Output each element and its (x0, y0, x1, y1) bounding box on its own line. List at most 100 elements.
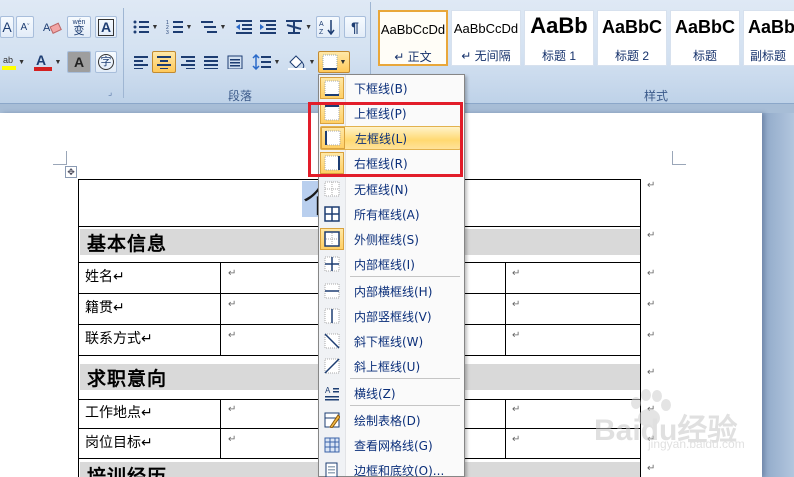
menu-item-border-all[interactable]: 所有框线(A) (320, 202, 461, 226)
cell-end-mark: ↵ (228, 330, 237, 341)
font-color-dropdown-icon[interactable]: ▼ (55, 59, 62, 66)
menu-item-border-inside-horizontal[interactable]: 内部横框线(H) (320, 279, 461, 303)
style-name: 标题 2 (614, 49, 649, 63)
style-card-title[interactable]: AaBbC 标题 (670, 10, 740, 66)
border-bottom-icon (320, 77, 344, 99)
style-name: 标题 (692, 49, 717, 63)
chinese-layout-button[interactable]: ▼ (283, 16, 313, 38)
menu-item-border-bottom[interactable]: 下框线(B) (320, 76, 461, 100)
section-title-job-intention[interactable]: 求职意向 (87, 364, 167, 391)
cell-end-mark: ↵ (228, 434, 237, 445)
svg-text:Z: Z (319, 29, 324, 35)
menu-item-label: 边框和底纹(O)... (354, 463, 445, 477)
menu-separator (350, 276, 460, 277)
numbering-button[interactable]: 123 ▼ (164, 16, 194, 38)
align-right-icon (181, 56, 195, 69)
row-label-work-location[interactable]: 工作地点↵ (85, 402, 153, 422)
style-card-heading-2[interactable]: AaBbC 标题 2 (597, 10, 667, 66)
row-label-contact[interactable]: 联系方式↵ (85, 328, 153, 348)
menu-item-label: 横线(Z) (354, 386, 396, 401)
row-label-hometown[interactable]: 籍贯↵ (85, 297, 125, 317)
shading-dropdown-icon[interactable]: ▼ (309, 59, 316, 66)
align-center-button[interactable] (152, 51, 176, 73)
menu-item-border-outside[interactable]: 外侧框线(S) (320, 227, 461, 251)
style-sample: AaBbCcDd (453, 21, 519, 36)
menu-item-horizontal-line[interactable]: A 横线(Z) (320, 381, 461, 405)
border-outside-icon (320, 228, 344, 250)
menu-item-border-none[interactable]: 无框线(N) (320, 177, 461, 201)
font-color-button[interactable]: A ▼ (30, 51, 64, 73)
char-shading-button[interactable]: A (67, 51, 91, 73)
watermark-url: jingyan.baidu.com (648, 437, 745, 451)
distributed-button[interactable] (224, 51, 246, 73)
align-right-button[interactable] (177, 51, 199, 73)
increase-indent-icon (260, 20, 276, 34)
style-card-subtitle[interactable]: AaBbC 副标题 (743, 10, 794, 66)
align-left-icon (134, 56, 148, 69)
multilevel-list-icon (200, 21, 217, 33)
draw-table-icon (320, 409, 344, 431)
svg-text:A: A (36, 53, 46, 68)
borders-dropdown-icon[interactable]: ▼ (340, 59, 347, 66)
char-border-button[interactable]: A (95, 16, 117, 38)
menu-item-diagonal-down-border[interactable]: 斜下框线(W) (320, 329, 461, 353)
numbering-icon: 123 (166, 20, 183, 35)
distributed-icon (227, 55, 243, 69)
sort-button[interactable]: AZ (316, 16, 340, 38)
row-label-name[interactable]: 姓名↵ (85, 266, 125, 286)
show-marks-button[interactable]: ¶ (344, 16, 366, 38)
align-center-icon (157, 56, 171, 69)
chinese-layout-dropdown-icon[interactable]: ▼ (305, 24, 312, 31)
multilevel-dropdown-icon[interactable]: ▼ (220, 24, 227, 31)
menu-item-border-inside[interactable]: 内部框线(I) (320, 252, 461, 276)
paragraph-dialog-launcher-icon[interactable]: ⌟ (108, 87, 112, 98)
row-end-mark: ↵ (647, 180, 656, 191)
border-inside-horizontal-icon (320, 280, 344, 302)
bullets-dropdown-icon[interactable]: ▼ (152, 24, 159, 31)
phonetic-guide-button[interactable]: wén 变 (67, 16, 91, 38)
menu-item-diagonal-up-border[interactable]: 斜上框线(U) (320, 354, 461, 378)
table-move-handle-icon[interactable]: ✥ (65, 166, 77, 178)
justify-button[interactable] (200, 51, 222, 73)
baidu-watermark: Baidu经验 jingyan.baidu.com (588, 383, 788, 463)
pilcrow-icon: ¶ (351, 19, 359, 35)
menu-item-border-inside-vertical[interactable]: 内部竖框线(V) (320, 304, 461, 328)
numbering-dropdown-icon[interactable]: ▼ (186, 24, 193, 31)
shading-button[interactable]: ▼ (285, 51, 317, 73)
style-card-no-spacing[interactable]: AaBbCcDd ↵ 无间隔 (451, 10, 521, 66)
cell-end-mark: ↵ (512, 330, 521, 341)
highlight-dropdown-icon[interactable]: ▼ (18, 59, 25, 66)
font-color-icon: A (33, 53, 52, 71)
cell-end-mark: ↵ (228, 404, 237, 415)
menu-item-view-gridlines[interactable]: 查看网格线(G) (320, 433, 461, 457)
shrink-font-button[interactable]: Aˇ (16, 16, 34, 38)
borders-button[interactable]: ▼ (318, 51, 350, 73)
align-left-button[interactable] (130, 51, 152, 73)
enclose-char-button[interactable]: 字 (95, 51, 117, 73)
menu-item-label: 无框线(N) (354, 182, 409, 197)
menu-item-borders-shading[interactable]: 边框和底纹(O)... (320, 458, 461, 477)
row-end-mark: ↵ (647, 230, 656, 241)
bullets-button[interactable]: ▼ (130, 16, 160, 38)
menu-item-draw-table[interactable]: 绘制表格(D) (320, 408, 461, 432)
text-highlight-button[interactable]: ab ▼ (0, 51, 26, 73)
menu-item-label: 内部竖框线(V) (354, 309, 432, 324)
grow-font-button[interactable]: A (0, 16, 14, 38)
clear-formatting-button[interactable]: A (40, 16, 64, 38)
style-card-normal[interactable]: AaBbCcDd ↵ 正文 (378, 10, 448, 66)
line-spacing-button[interactable]: ▼ (250, 51, 282, 73)
decrease-indent-button[interactable] (233, 16, 255, 38)
section-title-basic-info[interactable]: 基本信息 (87, 229, 167, 256)
section-title-training[interactable]: 培训经历 (87, 462, 167, 477)
increase-indent-button[interactable] (257, 16, 279, 38)
annotation-highlight (308, 102, 463, 177)
row-label-job-target[interactable]: 岗位目标↵ (85, 432, 153, 452)
style-sample: AaBb (530, 13, 588, 38)
cell-end-mark: ↵ (512, 299, 521, 310)
multilevel-list-button[interactable]: ▼ (198, 16, 228, 38)
line-spacing-dropdown-icon[interactable]: ▼ (274, 59, 281, 66)
style-card-heading-1[interactable]: AaBb 标题 1 (524, 10, 594, 66)
table-border (220, 399, 221, 458)
sort-icon: AZ (319, 20, 335, 35)
char-border-label: A (97, 18, 115, 36)
